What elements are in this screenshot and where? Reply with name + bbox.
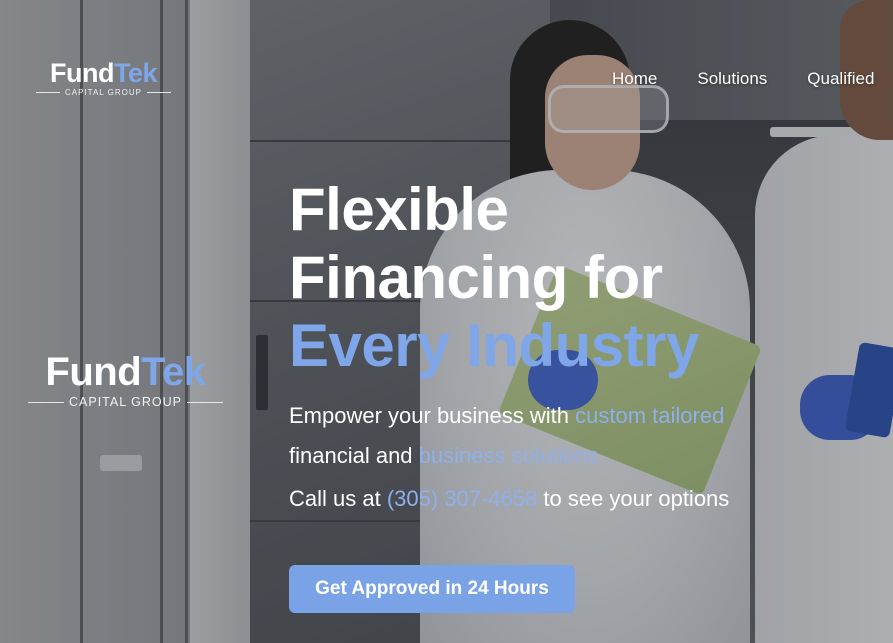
phone-link[interactable]: (305) 307-4658 bbox=[387, 486, 537, 511]
logo-wordmark: FundTek bbox=[36, 60, 171, 87]
logo-rule-left bbox=[36, 92, 60, 93]
hero-logo-name-primary: Fund bbox=[45, 350, 142, 394]
hero-lead-part2: financial and bbox=[289, 443, 419, 468]
hero-logo: FundTek CAPITAL GROUP bbox=[28, 352, 224, 409]
hero-title-line3: Every Industry bbox=[289, 312, 699, 379]
hero-lead-part1: Empower your business with bbox=[289, 403, 576, 428]
hero-section: Flexible Financing for Every Industry Em… bbox=[289, 176, 889, 514]
logo-name-primary: Fund bbox=[50, 58, 114, 88]
call-prefix: Call us at bbox=[289, 486, 387, 511]
nav-link-home[interactable]: Home bbox=[612, 69, 657, 89]
hero-title-line1: Flexible bbox=[289, 176, 509, 243]
logo-tagline: CAPITAL GROUP bbox=[65, 88, 143, 97]
logo-rule-right bbox=[147, 92, 172, 93]
hero-title-line2: Financing for bbox=[289, 244, 663, 311]
hero-logo-tagline-row: CAPITAL GROUP bbox=[28, 395, 224, 409]
hero-lead-text: Empower your business with custom tailor… bbox=[289, 396, 889, 476]
nav-link-solutions[interactable]: Solutions bbox=[697, 69, 767, 89]
hero-logo-wordmark: FundTek bbox=[28, 352, 223, 392]
get-approved-button[interactable]: Get Approved in 24 Hours bbox=[289, 565, 575, 613]
hero-logo-rule-left bbox=[28, 401, 64, 403]
hero-logo-rule-right bbox=[187, 401, 224, 403]
hero-call-text: Call us at (305) 307-4658 to see your op… bbox=[289, 484, 889, 514]
header-logo[interactable]: FundTek CAPITAL GROUP bbox=[36, 60, 172, 97]
main-nav: Home Solutions Qualified bbox=[612, 69, 874, 89]
hero-lead-highlight-custom: custom tailored bbox=[575, 403, 725, 428]
logo-name-accent: Tek bbox=[113, 58, 158, 88]
hero-logo-name-accent: Tek bbox=[141, 350, 206, 394]
hero-logo-tagline: CAPITAL GROUP bbox=[69, 395, 183, 409]
logo-tagline-row: CAPITAL GROUP bbox=[36, 88, 172, 97]
hero-lead-highlight-business: business solutions bbox=[418, 443, 599, 468]
hero-headline: Flexible Financing for Every Industry bbox=[289, 176, 889, 380]
nav-link-qualified[interactable]: Qualified bbox=[807, 69, 874, 89]
call-suffix: to see your options bbox=[537, 486, 730, 511]
